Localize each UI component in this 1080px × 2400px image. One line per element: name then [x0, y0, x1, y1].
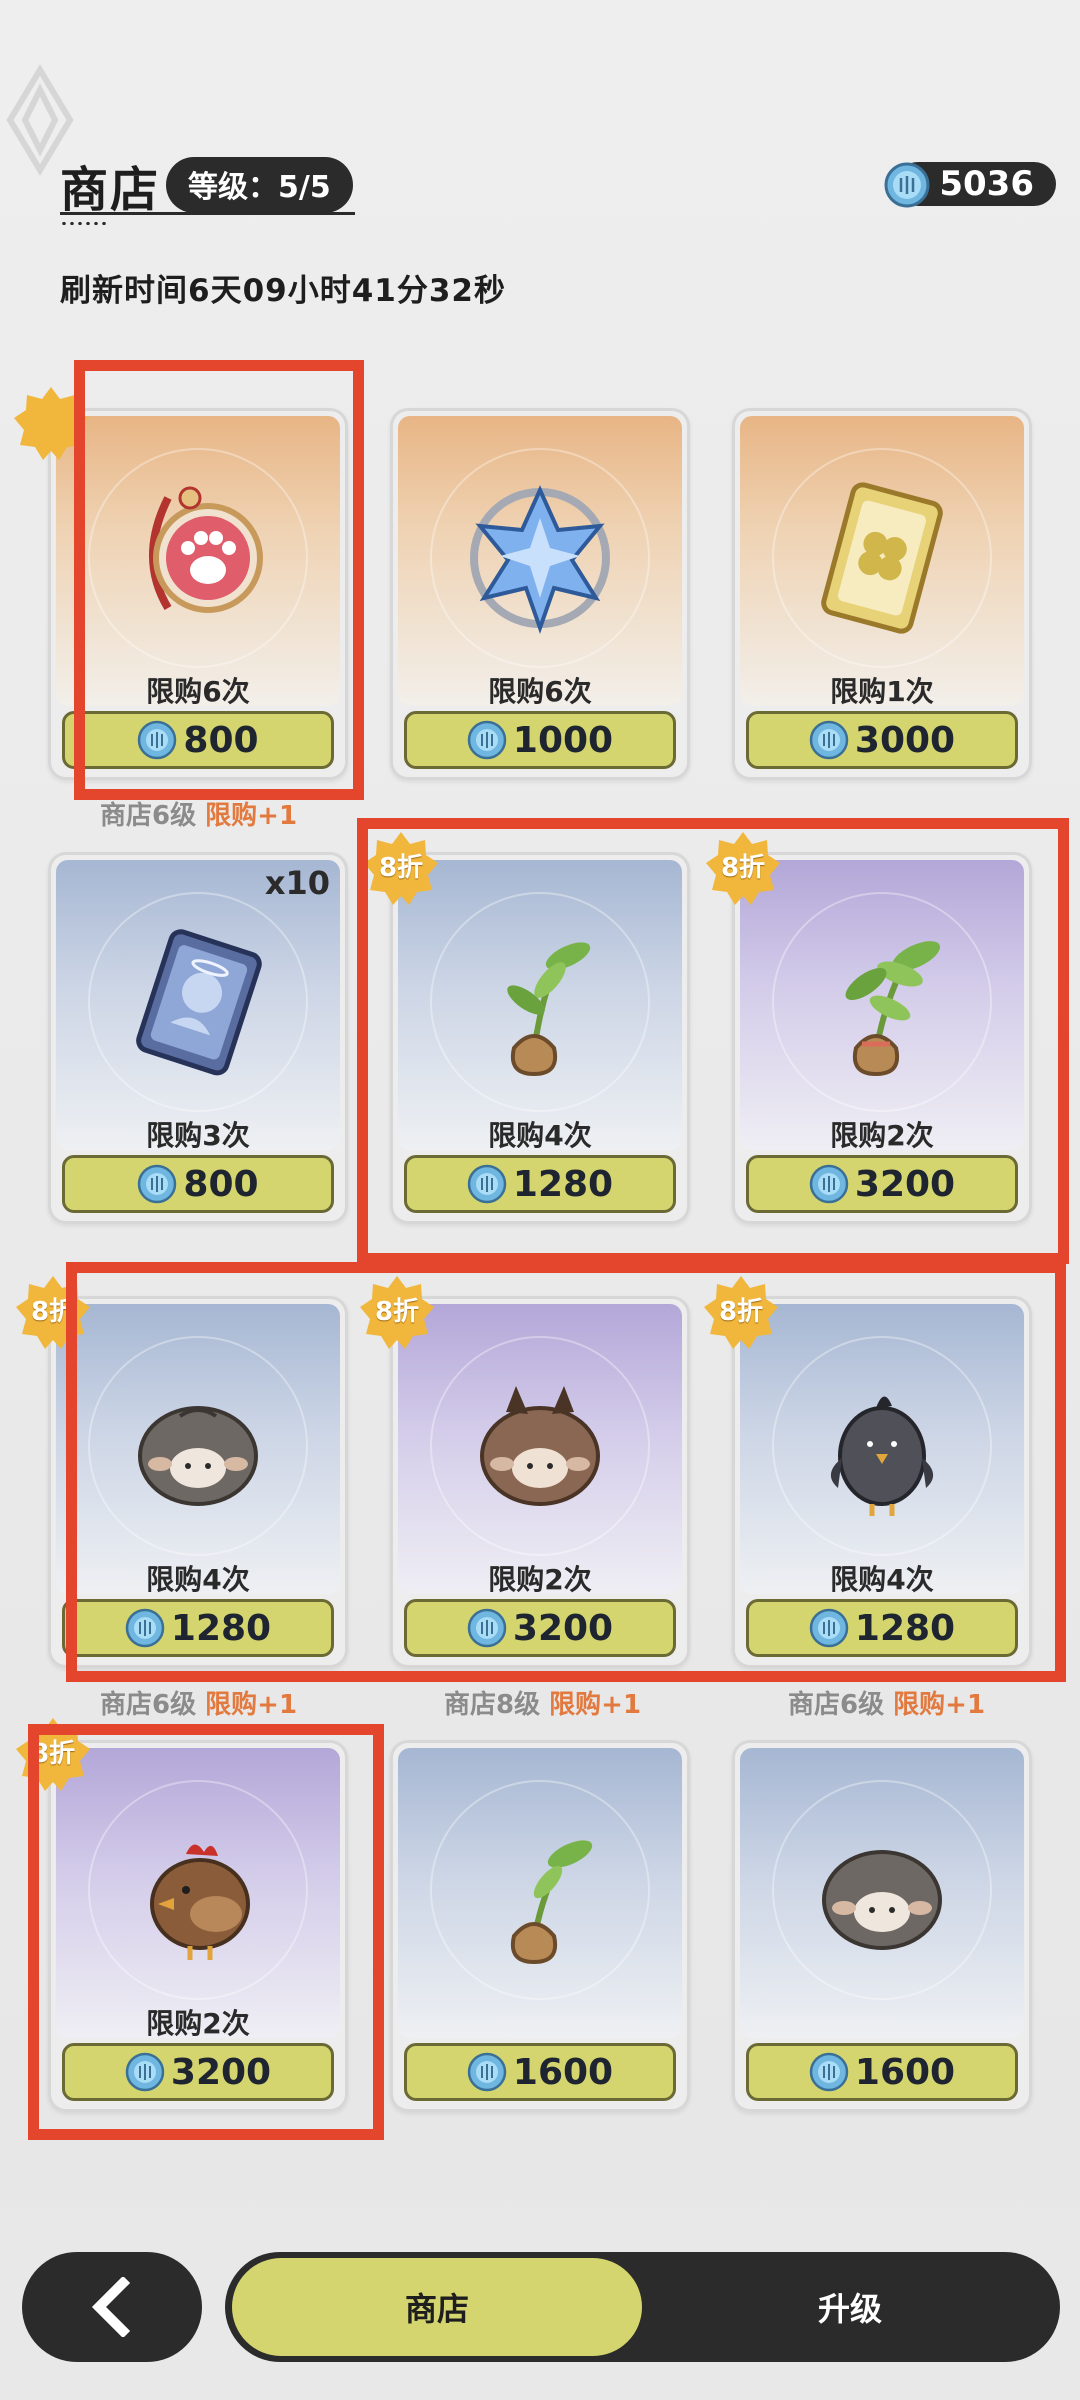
highlight-box: [357, 818, 1069, 1264]
crystal-coin-icon: [884, 162, 930, 208]
highlight-box: [66, 1262, 1066, 1682]
shop-item-sapling-small[interactable]: 1600: [390, 1740, 690, 2112]
clover-ticket-icon: [821, 482, 943, 634]
purchase-limit: 限购6次: [488, 675, 592, 708]
title-underline: [60, 212, 355, 215]
back-button[interactable]: [22, 2252, 202, 2362]
item-price: 1000: [512, 719, 614, 761]
tab-shop[interactable]: 商店: [232, 2258, 642, 2356]
unlock-bonus: 限购+1: [205, 1690, 298, 1720]
purchase-limit: 限购3次: [146, 1119, 250, 1152]
buy-button[interactable]: 3000: [746, 711, 1018, 769]
title-dots: [60, 222, 108, 225]
item-count: x10: [264, 864, 330, 902]
unlock-hint: 商店6级 限购+1: [100, 795, 297, 832]
unlock-bonus: 限购+1: [549, 1690, 642, 1720]
shop-item-crystal-star[interactable]: 限购6次 1000: [390, 408, 690, 780]
shop-item-card-pack[interactable]: x10 限购3次 800: [48, 852, 348, 1224]
shop-item-gray-sheep-small[interactable]: 1600: [732, 1740, 1032, 2112]
crystal-coin-icon: [809, 2052, 849, 2092]
highlight-box: [74, 360, 364, 800]
item-price: 1600: [512, 2051, 614, 2093]
character-card-icon: [136, 929, 262, 1076]
crystal-coin-icon: [809, 720, 849, 760]
back-arrow-icon: [91, 2277, 131, 2337]
buy-button[interactable]: 1000: [404, 711, 676, 769]
crystal-coin-icon: [467, 2052, 507, 2092]
shop-level-badge: 等级：5/5: [166, 157, 353, 213]
purchase-limit: 限购1次: [830, 675, 934, 708]
buy-button[interactable]: 1600: [404, 2043, 676, 2101]
currency-amount: 5036: [939, 164, 1034, 204]
buy-button[interactable]: 1600: [746, 2043, 1018, 2101]
buy-button[interactable]: 800: [62, 1155, 334, 1213]
item-price: 800: [183, 1163, 259, 1205]
crystal-star-icon: [470, 485, 610, 635]
unlock-hint: 商店6级 限购+1: [100, 1684, 297, 1721]
refresh-timer: 刷新时间6天09小时41分32秒: [60, 273, 506, 309]
page-title: 商店: [60, 162, 161, 218]
tab-upgrade[interactable]: 升级: [650, 2258, 1050, 2356]
page-header: 商店 等级：5/5: [60, 150, 353, 220]
unlock-bonus: 限购+1: [893, 1690, 986, 1720]
unlock-bonus: 限购+1: [205, 801, 298, 831]
crystal-coin-icon: [467, 720, 507, 760]
unlock-level: 商店6级: [788, 1690, 885, 1720]
shop-screen: 商店 等级：5/5 5036 刷新时间6天09小时41分32秒 限购6次 800…: [0, 0, 1080, 2400]
crystal-coin-icon: [138, 1164, 177, 1204]
shop-item-clover-ticket[interactable]: 限购1次 3000: [732, 408, 1032, 780]
highlight-box: [28, 1724, 384, 2140]
sheep-icon: [822, 1850, 942, 1950]
unlock-level: 商店6级: [100, 1690, 197, 1720]
unlock-level: 商店6级: [100, 801, 197, 831]
unlock-hint: 商店6级 限购+1: [788, 1684, 985, 1721]
item-price: 3000: [854, 719, 956, 761]
unlock-level: 商店8级: [444, 1690, 541, 1720]
unlock-hint: 商店8级 限购+1: [444, 1684, 641, 1721]
sapling-icon: [511, 1840, 593, 1965]
item-price: 1600: [854, 2051, 956, 2093]
